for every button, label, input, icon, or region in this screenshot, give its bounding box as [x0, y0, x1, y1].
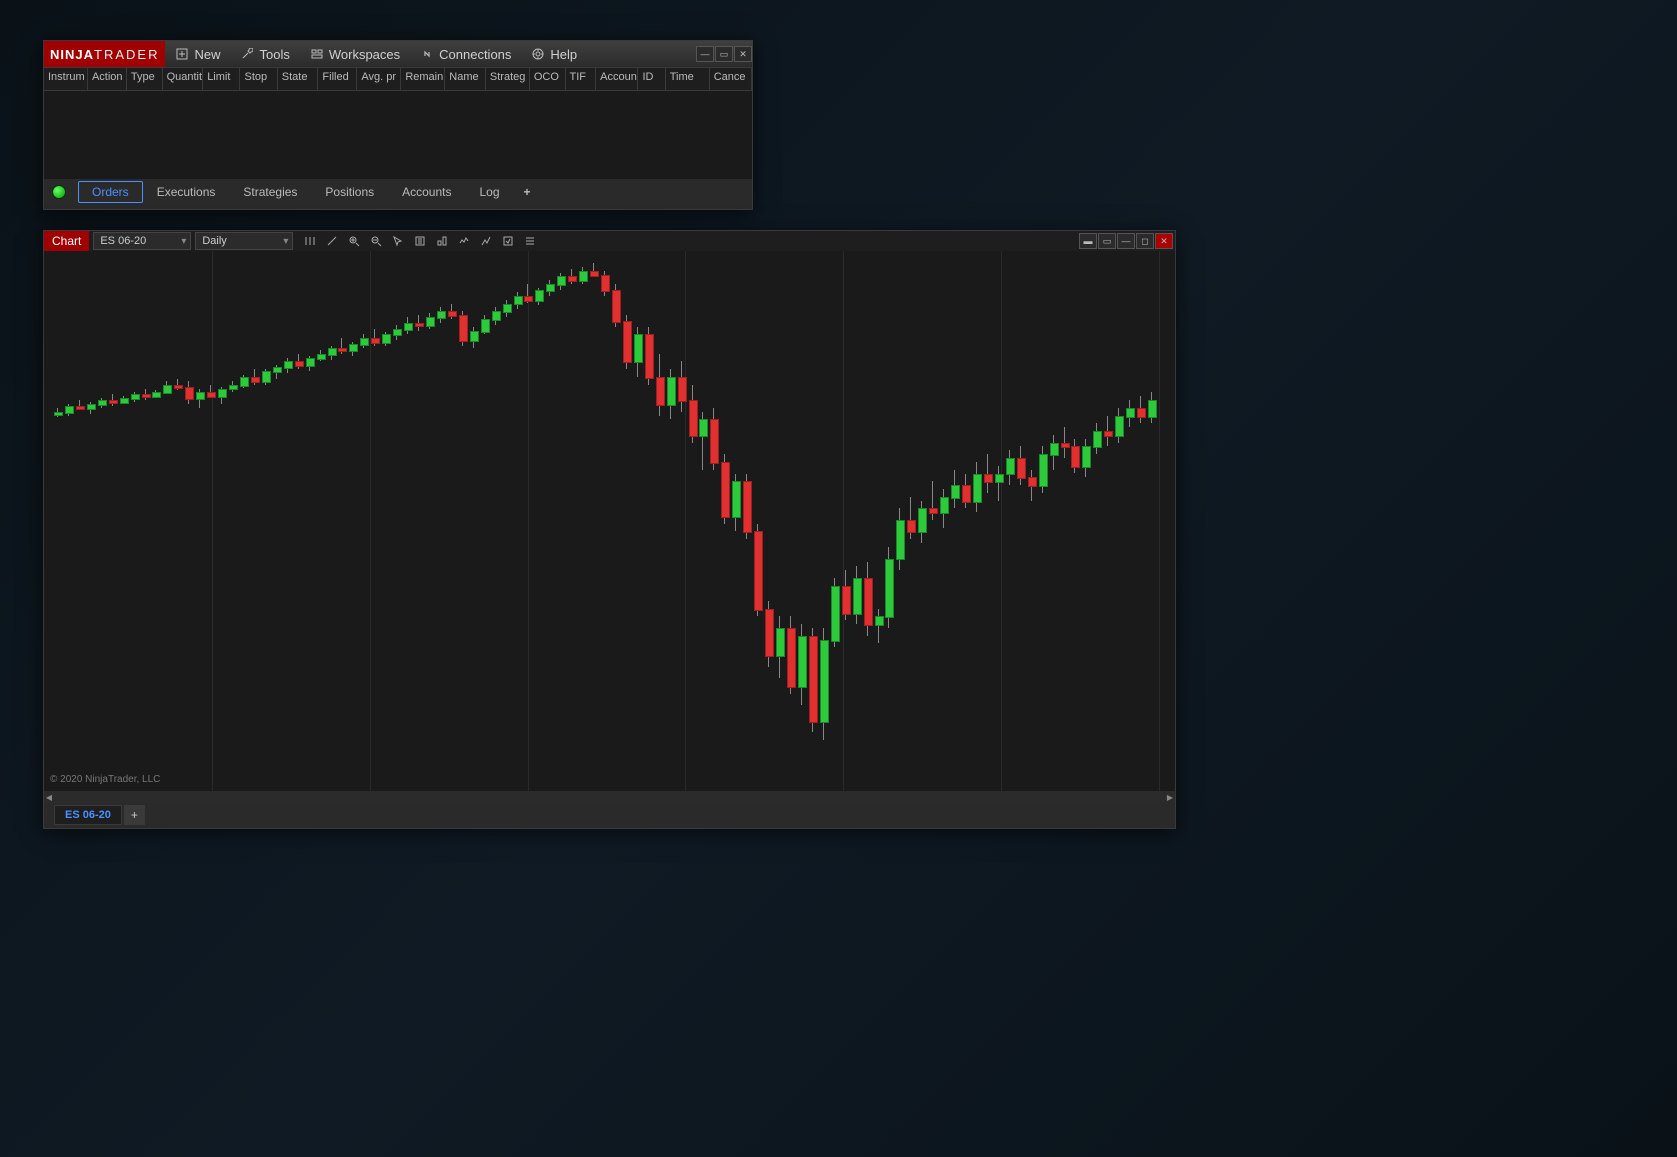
minimize-button[interactable]: — — [696, 46, 714, 62]
column-header-filled[interactable]: Filled — [318, 68, 357, 90]
column-header-instrum[interactable]: Instrum — [44, 68, 88, 90]
bars-icon[interactable] — [301, 233, 319, 249]
scroll-strip[interactable]: ◀ ▶ — [44, 791, 1175, 803]
plus-icon — [175, 47, 189, 61]
logo: NINJATRADER — [44, 41, 165, 67]
draw-icon[interactable] — [323, 233, 341, 249]
column-header-type[interactable]: Type — [127, 68, 163, 90]
orders-grid-body[interactable] — [44, 91, 752, 179]
main-menu: New Tools Workspaces Connections Help — [165, 47, 695, 62]
column-header-time[interactable]: Time — [666, 68, 710, 90]
zoom-in-icon[interactable] — [345, 233, 363, 249]
chart-trader-icon[interactable] — [433, 233, 451, 249]
column-header-cance[interactable]: Cance — [710, 68, 752, 90]
control-center-window: NINJATRADER New Tools Workspaces Connect… — [43, 40, 753, 210]
tab-executions[interactable]: Executions — [143, 181, 230, 203]
column-header-accoun[interactable]: Accoun — [596, 68, 638, 90]
chart-close-button[interactable]: ✕ — [1155, 233, 1173, 249]
chart-titlebar: Chart ES 06-20 Daily ▬ ▭ — ◻ ✕ — [44, 231, 1175, 251]
strategies-icon[interactable] — [477, 233, 495, 249]
connection-led-icon — [52, 185, 66, 199]
bottom-tabs: OrdersExecutionsStrategiesPositionsAccou… — [44, 179, 752, 205]
column-header-name[interactable]: Name — [445, 68, 486, 90]
column-header-quantit[interactable]: Quantit — [163, 68, 204, 90]
chart-restore-button[interactable]: ▭ — [1098, 233, 1116, 249]
chart-pin-button[interactable]: ▬ — [1079, 233, 1097, 249]
column-header-limit[interactable]: Limit — [203, 68, 240, 90]
tools-icon — [240, 47, 254, 61]
workspaces-icon — [310, 47, 324, 61]
chart-toolbar — [293, 233, 541, 249]
column-header-oco[interactable]: OCO — [530, 68, 566, 90]
chart-tab-instrument[interactable]: ES 06-20 — [54, 805, 122, 825]
data-series-icon[interactable] — [411, 233, 429, 249]
column-header-strateg[interactable]: Strateg — [486, 68, 530, 90]
zoom-out-icon[interactable] — [367, 233, 385, 249]
scroll-right-icon[interactable]: ▶ — [1165, 793, 1175, 802]
copyright-label: © 2020 NinjaTrader, LLC — [50, 774, 160, 785]
chart-window-controls: ▬ ▭ — ◻ ✕ — [1078, 233, 1173, 249]
indicators-icon[interactable] — [455, 233, 473, 249]
close-button[interactable]: ✕ — [734, 46, 752, 62]
properties-icon[interactable] — [499, 233, 517, 249]
column-header-state[interactable]: State — [278, 68, 319, 90]
chart-area[interactable]: © 2020 NinjaTrader, LLC — [44, 251, 1175, 791]
column-header-remain[interactable]: Remain — [401, 68, 445, 90]
tab-orders[interactable]: Orders — [78, 181, 143, 203]
window-controls: — ▭ ✕ — [695, 46, 752, 62]
connections-icon — [420, 47, 434, 61]
tab-strategies[interactable]: Strategies — [229, 181, 311, 203]
chart-minimize-button[interactable]: — — [1117, 233, 1135, 249]
maximize-button[interactable]: ▭ — [715, 46, 733, 62]
menu-connections[interactable]: Connections — [410, 47, 521, 62]
interval-select[interactable]: Daily — [195, 232, 293, 250]
list-icon[interactable] — [521, 233, 539, 249]
cursor-icon[interactable] — [389, 233, 407, 249]
menu-new[interactable]: New — [165, 47, 230, 62]
chart-tabs: ES 06-20 + — [44, 803, 1175, 827]
instrument-select[interactable]: ES 06-20 — [93, 232, 191, 250]
column-header-stop[interactable]: Stop — [240, 68, 277, 90]
titlebar: NINJATRADER New Tools Workspaces Connect… — [44, 41, 752, 67]
column-header-tif[interactable]: TIF — [566, 68, 597, 90]
chart-window: Chart ES 06-20 Daily ▬ ▭ — ◻ ✕ © 2020 Ni… — [43, 230, 1176, 829]
menu-workspaces[interactable]: Workspaces — [300, 47, 410, 62]
orders-grid-header: InstrumActionTypeQuantitLimitStopStateFi… — [44, 67, 752, 91]
help-icon — [531, 47, 545, 61]
tab-positions[interactable]: Positions — [311, 181, 388, 203]
tab-accounts[interactable]: Accounts — [388, 181, 465, 203]
tab-log[interactable]: Log — [465, 181, 513, 203]
menu-help[interactable]: Help — [521, 47, 587, 62]
column-header-avgpr[interactable]: Avg. pr — [357, 68, 401, 90]
logo-right: TRADER — [94, 47, 159, 62]
add-tab-button[interactable]: + — [514, 181, 541, 203]
scroll-left-icon[interactable]: ◀ — [44, 793, 54, 802]
column-header-id[interactable]: ID — [638, 68, 665, 90]
column-header-action[interactable]: Action — [88, 68, 127, 90]
menu-tools[interactable]: Tools — [230, 47, 299, 62]
chart-add-tab-button[interactable]: + — [124, 805, 145, 825]
logo-left: NINJA — [50, 47, 94, 62]
chart-title: Chart — [44, 231, 89, 251]
chart-maximize-button[interactable]: ◻ — [1136, 233, 1154, 249]
